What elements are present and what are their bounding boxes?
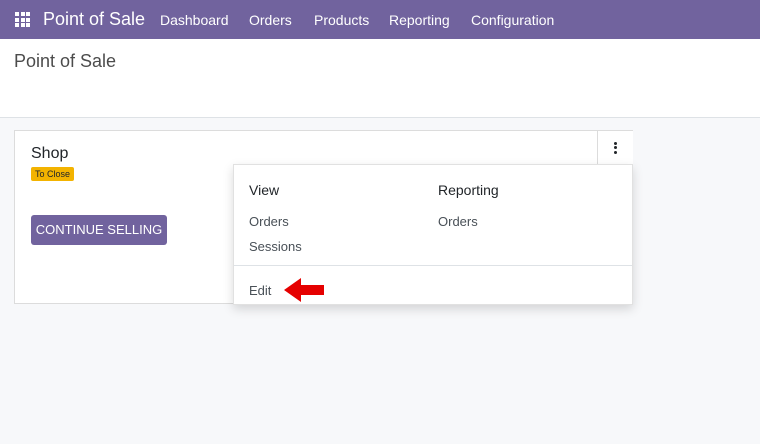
menu-configuration[interactable]: Configuration [471, 12, 554, 29]
vertical-ellipsis-icon[interactable] [597, 131, 633, 165]
status-badge: To Close [31, 167, 75, 181]
menu-products[interactable]: Products [314, 12, 369, 29]
control-panel: Point of Sale [0, 39, 760, 118]
shop-name: Shop [31, 145, 69, 162]
dropdown-item-edit[interactable]: Edit [249, 283, 271, 299]
menu-reporting[interactable]: Reporting [389, 12, 450, 29]
dropdown-item-orders[interactable]: Orders [249, 214, 289, 230]
dropdown-item-reporting-orders[interactable]: Orders [438, 214, 478, 230]
dropdown-view-header: View [249, 182, 280, 198]
app-name[interactable]: Point of Sale [43, 8, 145, 30]
continue-selling-button[interactable]: CONTINUE SELLING [31, 215, 167, 245]
menu-dashboard[interactable]: Dashboard [160, 12, 229, 29]
apps-grid-icon[interactable] [15, 12, 30, 27]
top-navbar: Point of Sale Dashboard Orders Products … [0, 0, 760, 39]
dropdown-divider [234, 265, 632, 266]
dropdown-reporting-header: Reporting [438, 182, 499, 198]
red-arrow-icon [284, 278, 324, 302]
menu-orders[interactable]: Orders [249, 12, 292, 29]
page-title: Point of Sale [14, 51, 117, 71]
dropdown-item-sessions[interactable]: Sessions [249, 239, 302, 255]
